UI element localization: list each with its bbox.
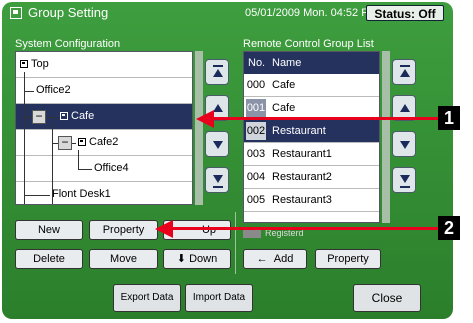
window-title: Group Setting [28, 5, 109, 20]
tree-connector [52, 124, 53, 204]
scroll-down-icon [400, 141, 410, 149]
group-node-icon [78, 138, 86, 147]
tree-connector [78, 150, 79, 170]
scroll-bottom-icon [400, 186, 410, 188]
system-config-label: System Configuration [15, 38, 121, 50]
left-arrow-icon: ← [256, 253, 274, 265]
up-button[interactable]: Up [163, 220, 231, 240]
scroll-top-arrow-icon [400, 69, 410, 77]
list-row[interactable]: 004 Restaurant2 [244, 166, 379, 189]
panel-divider [235, 212, 236, 274]
registered-legend-swatch [243, 230, 261, 238]
move-button[interactable]: Move [89, 249, 158, 269]
add-button[interactable]: ← Add [243, 249, 307, 269]
new-button[interactable]: New [15, 220, 83, 240]
scroll-top-icon [213, 65, 223, 67]
down-button[interactable]: ⬇ Down [163, 249, 231, 269]
scroll-up-icon [400, 104, 410, 112]
callout-1-badge: 1 [438, 106, 460, 130]
list-scrollbar[interactable] [382, 51, 390, 223]
scroll-bottom-icon [213, 186, 223, 188]
tree-connector [78, 169, 92, 170]
scroll-down-icon [213, 141, 223, 149]
property-button[interactable]: Property [89, 220, 158, 240]
group-list-header: No. Name [244, 52, 379, 74]
header-no: No. [248, 57, 266, 69]
callout-2-line [171, 227, 438, 230]
collapse-cafe2-toggle[interactable]: − [58, 136, 72, 150]
tree-node-flont-desk1[interactable]: Flont Desk1 [16, 182, 192, 204]
tree-connector [72, 143, 76, 144]
list-row-selected[interactable]: 002 Restaurant [244, 120, 379, 143]
title-bar: Group Setting 05/01/2009 Mon. 04:52 PM S… [2, 2, 453, 26]
close-button[interactable]: Close [353, 284, 421, 312]
tree-scroll-bottom-button[interactable] [205, 167, 229, 193]
list-row[interactable]: 003 Restaurant1 [244, 143, 379, 166]
tree-connector [24, 91, 34, 92]
tree-node-top[interactable]: Top [16, 52, 192, 78]
group-node-icon [60, 112, 68, 121]
tree-scrollbar[interactable] [195, 51, 203, 205]
delete-button[interactable]: Delete [15, 249, 83, 269]
collapse-cafe-toggle[interactable]: − [32, 110, 46, 124]
window-icon [10, 7, 22, 19]
tree-connector [46, 117, 58, 118]
list-scroll-bottom-button[interactable] [392, 167, 416, 193]
group-property-button[interactable]: Property [315, 249, 381, 269]
tree-scroll-top-button[interactable] [205, 59, 229, 85]
status-badge: Status: Off [366, 5, 444, 21]
list-scroll-top-button[interactable] [392, 59, 416, 85]
tree-node-cafe2[interactable]: Cafe2 [16, 130, 192, 156]
group-list[interactable]: No. Name 000 Cafe 001 Cafe 002 Restaurant 0… [243, 51, 380, 223]
header-name: Name [272, 57, 302, 69]
group-list-label: Remote Control Group List [243, 38, 374, 50]
list-row[interactable]: 005 Restaurant3 [244, 189, 379, 212]
list-row[interactable]: 000 Cafe [244, 74, 379, 97]
scroll-top-icon [400, 65, 410, 67]
scroll-bottom-arrow-icon [213, 175, 223, 183]
scroll-top-arrow-icon [213, 69, 223, 77]
tree-node-office4[interactable]: Office4 [16, 156, 192, 182]
export-data-button[interactable]: Export Data [113, 284, 181, 312]
scroll-up-icon [213, 104, 223, 112]
group-node-icon [20, 60, 28, 69]
system-config-tree[interactable]: Top Office2 Cafe Cafe2 Office4 Flont Des… [15, 51, 193, 205]
tree-node-office2[interactable]: Office2 [16, 78, 192, 104]
group-setting-window: Group Setting 05/01/2009 Mon. 04:52 PM S… [2, 2, 453, 319]
callout-1-line [212, 117, 438, 120]
down-arrow-icon: ⬇ [176, 253, 190, 265]
list-scroll-down-button[interactable] [392, 131, 416, 157]
scroll-bottom-arrow-icon [400, 175, 410, 183]
datetime-display: 05/01/2009 Mon. 04:52 PM [245, 7, 378, 19]
callout-2-badge: 2 [438, 216, 460, 240]
tree-connector [24, 117, 32, 118]
tree-connector [24, 195, 50, 196]
import-data-button[interactable]: Import Data [185, 284, 253, 312]
tree-scroll-down-button[interactable] [205, 131, 229, 157]
